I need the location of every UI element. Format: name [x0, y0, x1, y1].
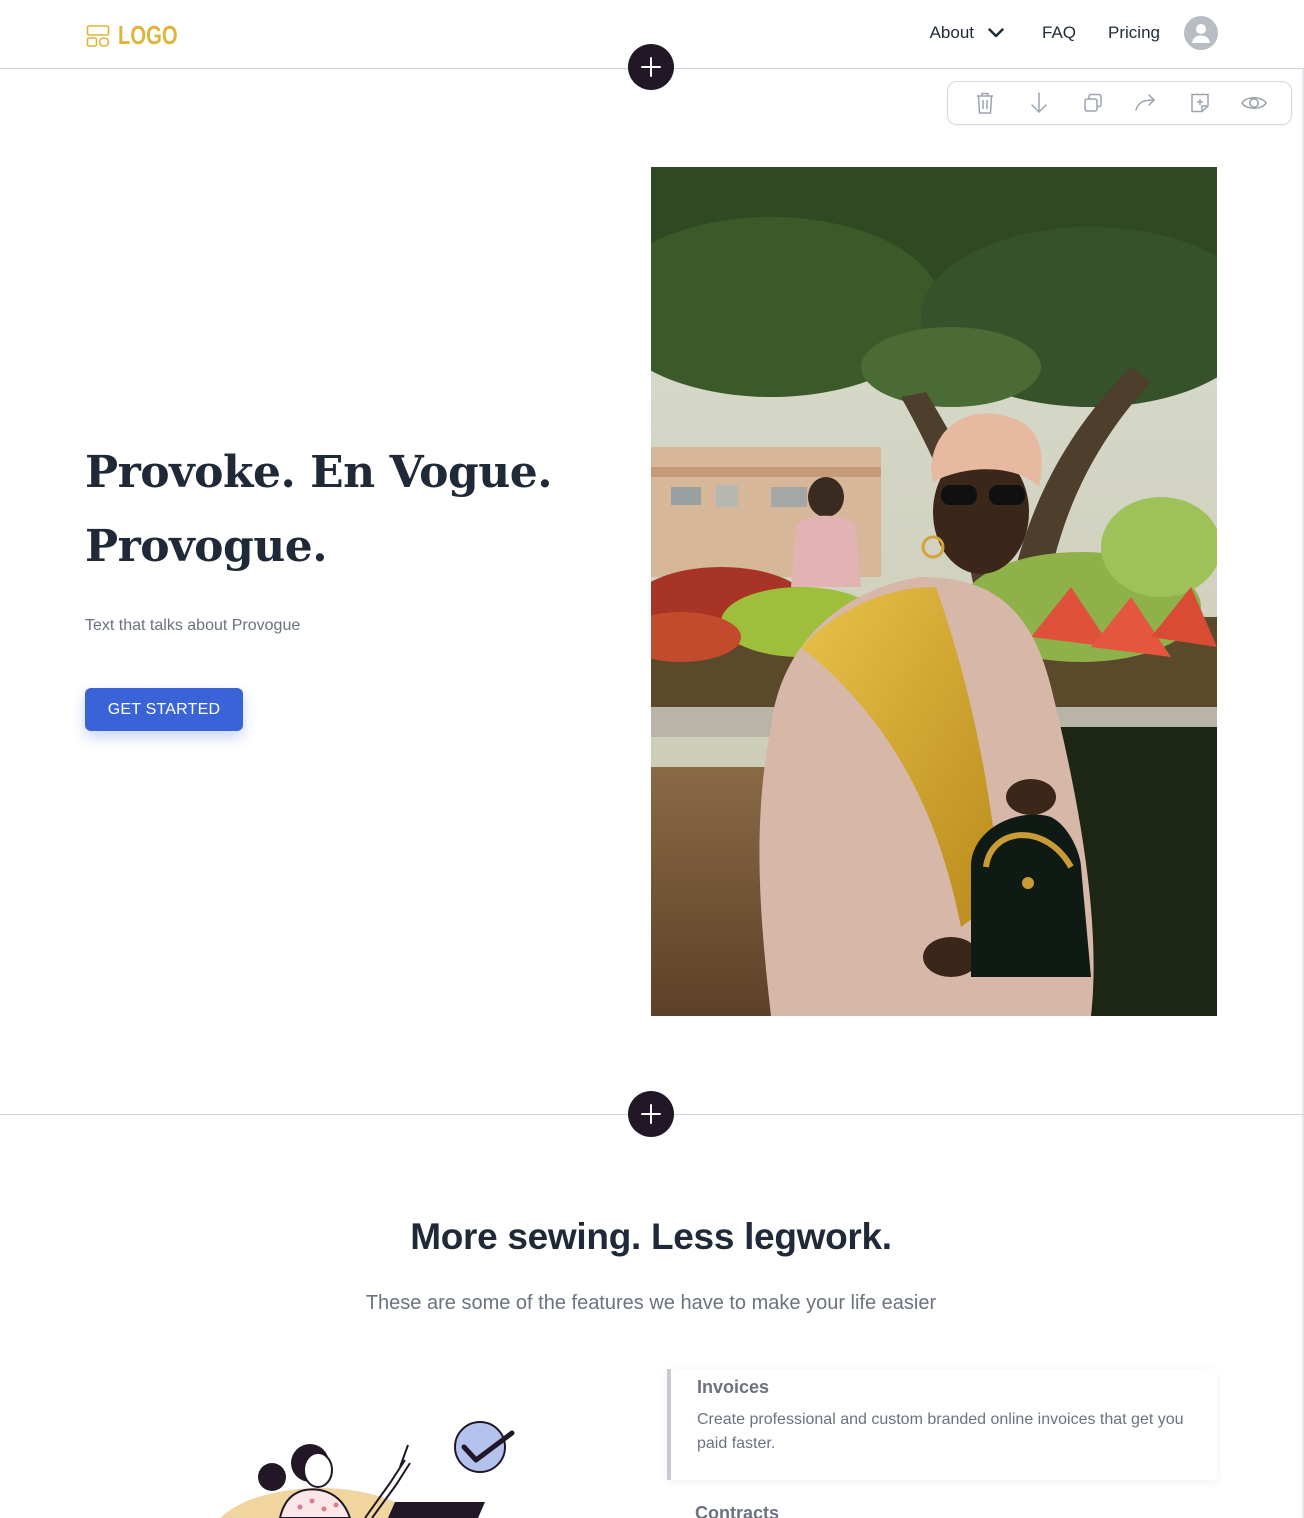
feature-title-contracts[interactable]: Contracts [695, 1503, 779, 1518]
features-illustration [200, 1415, 530, 1518]
section-toolbar [947, 81, 1292, 125]
logo[interactable]: LOGO [86, 20, 195, 51]
arrow-down-icon[interactable] [1025, 89, 1053, 117]
logo-icon [86, 24, 110, 47]
feature-description: Create professional and custom branded o… [697, 1411, 1184, 1452]
plus-icon [641, 57, 661, 77]
nav-pricing[interactable]: Pricing [1108, 23, 1160, 43]
add-section-button-middle[interactable] [628, 1091, 674, 1137]
hero-title-line-1: Provoke. En Vogue. [85, 447, 553, 498]
hero-subtitle: Text that talks about Provogue [85, 617, 301, 634]
eye-icon[interactable] [1240, 89, 1268, 117]
feature-card-invoices[interactable]: Invoices Create professional and custom … [667, 1369, 1217, 1480]
logo-text: LOGO [118, 20, 178, 50]
add-note-icon[interactable] [1186, 89, 1214, 117]
chevron-down-icon [988, 28, 1004, 38]
hero-title-line-2: Provogue. [85, 521, 328, 572]
features-subtitle: These are some of the features we have t… [365, 1292, 937, 1314]
nav-faq[interactable]: FAQ [1042, 23, 1076, 43]
plus-icon [641, 1104, 661, 1124]
features-title: More sewing. Less legwork. [410, 1216, 892, 1257]
add-section-button-top[interactable] [628, 44, 674, 90]
redo-icon[interactable] [1132, 89, 1160, 117]
nav-about-label: About [929, 23, 975, 42]
trash-icon[interactable] [971, 89, 999, 117]
nav-about[interactable]: About [930, 23, 1004, 43]
hero-title: Provoke. En Vogue. Provogue. [85, 436, 605, 584]
feature-title: Invoices [697, 1377, 770, 1397]
nav-pricing-label: Pricing [1108, 23, 1160, 42]
get-started-button[interactable]: GET STARTED [85, 688, 243, 731]
hero-image [651, 167, 1217, 1016]
nav-faq-label: FAQ [1042, 23, 1077, 42]
user-icon [1192, 24, 1210, 43]
main-nav: About FAQ Pricing [930, 16, 1218, 50]
user-avatar[interactable] [1184, 16, 1218, 50]
duplicate-icon[interactable] [1079, 89, 1107, 117]
